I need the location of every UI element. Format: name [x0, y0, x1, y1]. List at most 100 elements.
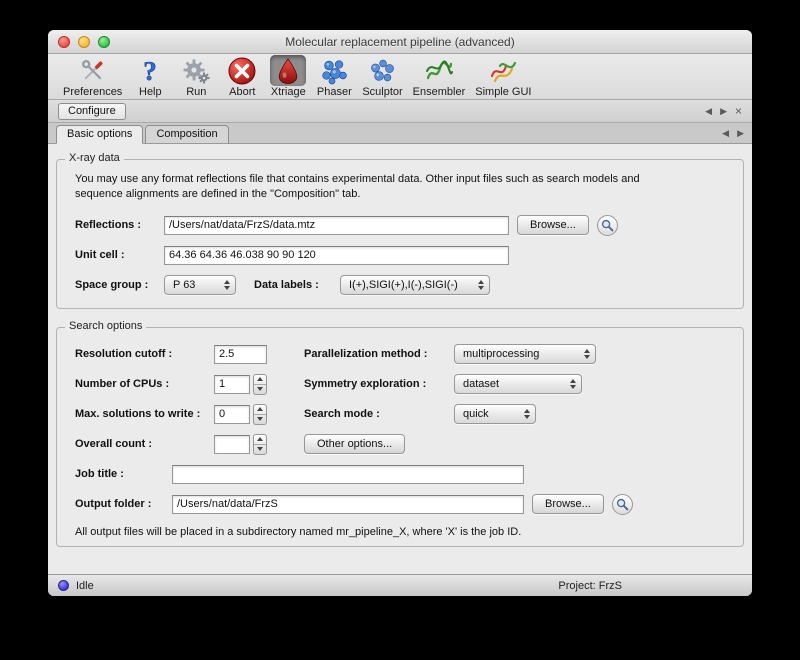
toolbar-item-help[interactable]: ? Help: [127, 55, 173, 98]
subtab-bar: Basic options Composition ◀ ▶: [48, 123, 752, 144]
window-controls: [58, 36, 110, 48]
output-folder-row: Output folder : Browse...: [75, 489, 725, 519]
unit-cell-input[interactable]: [164, 246, 509, 265]
status-text: Idle: [76, 580, 94, 592]
output-footnote: All output files will be placed in a sub…: [75, 526, 725, 538]
toolbar-item-sculptor[interactable]: Sculptor: [357, 55, 407, 98]
phaser-icon: [316, 55, 352, 86]
toolbar-item-abort[interactable]: Abort: [219, 55, 265, 98]
stepper-down[interactable]: [254, 384, 266, 394]
search-mode-label: Search mode :: [304, 408, 454, 420]
toolbar-label: Xtriage: [271, 86, 306, 98]
reflections-row: Reflections : Browse...: [75, 210, 725, 240]
group-title: Search options: [65, 320, 146, 332]
toolbar-label: Preferences: [63, 86, 122, 98]
tab-configure[interactable]: Configure: [58, 103, 126, 120]
notebook-nav: ◀ ▶ ×: [705, 105, 742, 117]
tab-scroll-left-icon[interactable]: ◀: [705, 107, 712, 116]
popup-arrows-icon: [570, 379, 576, 389]
tab-scroll-right-icon[interactable]: ▶: [720, 107, 727, 116]
search-mode-select[interactable]: quick: [454, 404, 536, 424]
max-solutions-label: Max. solutions to write :: [75, 408, 214, 420]
reflections-input[interactable]: [164, 216, 509, 235]
stepper-down[interactable]: [254, 414, 266, 424]
xtriage-icon: [270, 55, 306, 86]
toolbar-label: Abort: [229, 86, 255, 98]
subtab-scroll-left-icon[interactable]: ◀: [722, 129, 729, 138]
cpus-row: Number of CPUs : Symmetry exploration : …: [75, 369, 725, 399]
other-options-button[interactable]: Other options...: [304, 434, 405, 454]
overall-count-stepper[interactable]: [253, 434, 267, 455]
toolbar-item-preferences[interactable]: Preferences: [58, 55, 127, 98]
toolbar-item-xtriage[interactable]: Xtriage: [265, 55, 311, 98]
overall-count-row: Overall count : Other options...: [75, 429, 725, 459]
unit-cell-row: Unit cell :: [75, 240, 725, 270]
toolbar-item-ensembler[interactable]: Ensembler: [408, 55, 471, 98]
toolbar-label: Ensembler: [413, 86, 466, 98]
sculptor-icon: [364, 55, 400, 86]
space-group-row: Space group : P 63 Data labels : I(+),SI…: [75, 270, 725, 300]
popup-arrows-icon: [478, 280, 484, 290]
toolbar-item-run[interactable]: Run: [173, 55, 219, 98]
number-of-cpus-stepper[interactable]: [253, 374, 267, 395]
magnifier-icon: [616, 498, 629, 511]
minimize-window-button[interactable]: [78, 36, 90, 48]
reflections-view-button[interactable]: [597, 215, 618, 236]
output-folder-input[interactable]: [172, 495, 524, 514]
stepper-up[interactable]: [254, 435, 266, 444]
status-indicator-icon: [58, 580, 69, 591]
resolution-cutoff-input[interactable]: [214, 345, 267, 364]
job-title-label: Job title :: [75, 468, 172, 480]
overall-count-label: Overall count :: [75, 438, 214, 450]
number-of-cpus-label: Number of CPUs :: [75, 378, 214, 390]
parallelization-method-select[interactable]: multiprocessing: [454, 344, 596, 364]
run-icon: [178, 55, 214, 86]
preferences-icon: [75, 55, 111, 86]
data-labels-label: Data labels :: [254, 279, 340, 291]
search-options-group: Search options Resolution cutoff : Paral…: [56, 327, 744, 547]
overall-count-input[interactable]: [214, 435, 250, 454]
popup-arrows-icon: [524, 409, 530, 419]
subtab-scroll-right-icon[interactable]: ▶: [737, 129, 744, 138]
max-solutions-input[interactable]: [214, 405, 250, 424]
resolution-cutoff-label: Resolution cutoff :: [75, 348, 214, 360]
popup-arrows-icon: [584, 349, 590, 359]
toolbar-label: Simple GUI: [475, 86, 531, 98]
tab-close-icon[interactable]: ×: [735, 105, 742, 117]
symmetry-exploration-select[interactable]: dataset: [454, 374, 582, 394]
space-group-select[interactable]: P 63: [164, 275, 236, 295]
window-title: Molecular replacement pipeline (advanced…: [285, 35, 514, 49]
toolbar: Preferences ? Help: [48, 54, 752, 100]
tab-basic-options[interactable]: Basic options: [56, 125, 143, 144]
output-folder-view-button[interactable]: [612, 494, 633, 515]
job-title-input[interactable]: [172, 465, 524, 484]
subtab-nav: ◀ ▶: [722, 129, 744, 138]
number-of-cpus-input[interactable]: [214, 375, 250, 394]
screen: { "window": { "title": "Molecular replac…: [0, 0, 800, 660]
zoom-window-button[interactable]: [98, 36, 110, 48]
close-window-button[interactable]: [58, 36, 70, 48]
output-folder-browse-button[interactable]: Browse...: [532, 494, 604, 514]
stepper-up[interactable]: [254, 375, 266, 384]
max-solutions-stepper[interactable]: [253, 404, 267, 425]
space-group-label: Space group :: [75, 279, 164, 291]
ensembler-icon: [421, 55, 457, 86]
notebook-header: Configure ◀ ▶ ×: [48, 100, 752, 123]
toolbar-label: Run: [186, 86, 206, 98]
project-label: Project: FrzS: [558, 580, 622, 592]
toolbar-item-phaser[interactable]: Phaser: [311, 55, 357, 98]
status-bar: Idle Project: FrzS: [48, 574, 752, 596]
main-content: X-ray data You may use any format reflec…: [48, 144, 752, 574]
symmetry-exploration-label: Symmetry exploration :: [304, 378, 454, 390]
tab-composition[interactable]: Composition: [145, 125, 228, 144]
title-bar: Molecular replacement pipeline (advanced…: [48, 30, 752, 54]
toolbar-item-simple-gui[interactable]: Simple GUI: [470, 55, 536, 98]
unit-cell-label: Unit cell :: [75, 249, 164, 261]
stepper-up[interactable]: [254, 405, 266, 414]
output-folder-label: Output folder :: [75, 498, 172, 510]
group-title: X-ray data: [65, 152, 124, 164]
data-labels-select[interactable]: I(+),SIGI(+),I(-),SIGI(-): [340, 275, 490, 295]
reflections-browse-button[interactable]: Browse...: [517, 215, 589, 235]
xray-data-group: X-ray data You may use any format reflec…: [56, 159, 744, 309]
stepper-down[interactable]: [254, 444, 266, 454]
